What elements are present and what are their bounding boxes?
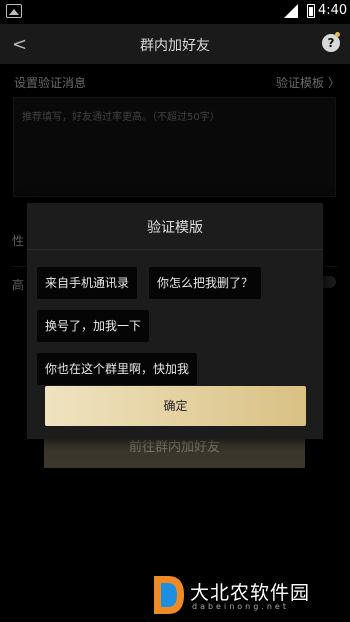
page-title: 群内加好友 — [140, 38, 210, 54]
dialog-title: 验证模版 — [147, 220, 203, 236]
template-dialog: 验证模版 来自手机通讯录 你怎么把我删了？ 换号了，加我一下 你也在这个群里啊，… — [27, 203, 323, 439]
watermark: 大北农软件园 dabeinong.net — [150, 574, 346, 618]
template-chip[interactable]: 换号了，加我一下 — [37, 310, 150, 342]
template-chip[interactable]: 你怎么把我删了？ — [149, 267, 262, 299]
watermark-text: 大北农软件园 — [190, 582, 311, 604]
template-chip[interactable]: 来自手机通讯录 — [37, 267, 138, 299]
top-bar: < 群内加好友 ? — [0, 24, 350, 64]
notification-dot — [335, 32, 340, 37]
confirm-button[interactable]: 确定 — [45, 386, 306, 426]
watermark-subtext: dabeinong.net — [192, 602, 289, 611]
wifi-icon — [284, 4, 298, 18]
watermark-logo-icon — [154, 576, 184, 614]
gallery-notification-icon — [6, 4, 22, 18]
status-bar: 4:40 — [0, 0, 350, 24]
dialog-divider — [27, 249, 323, 250]
status-time: 4:40 — [318, 3, 348, 18]
template-chip[interactable]: 你也在这个群里啊，快加我 — [37, 353, 198, 385]
battery-icon — [307, 4, 315, 18]
